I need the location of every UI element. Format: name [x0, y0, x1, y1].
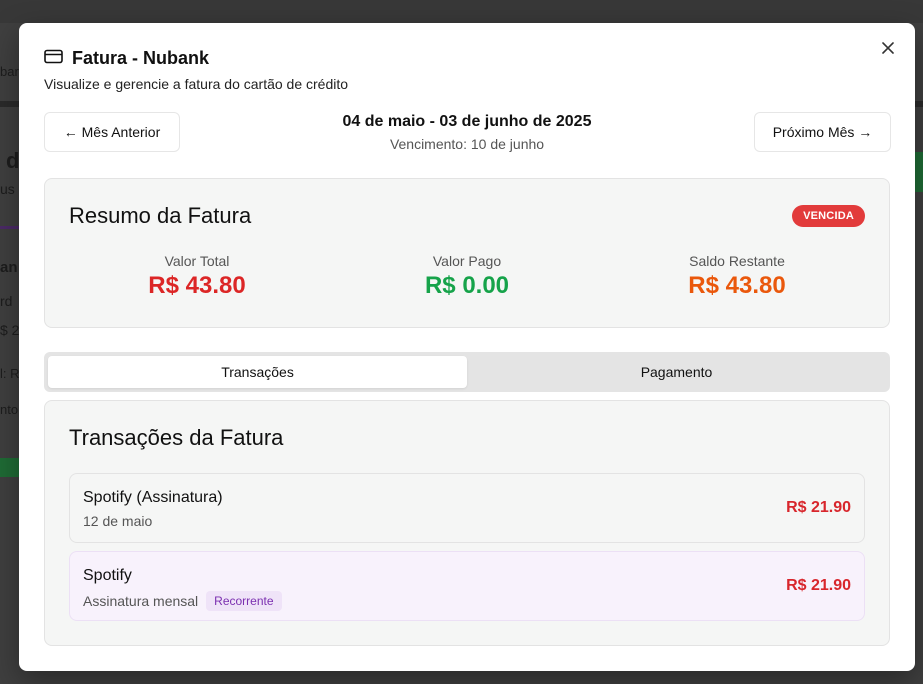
transaction-description: Assinatura mensal — [83, 593, 199, 609]
modal-header: Fatura - Nubank — [44, 48, 209, 69]
transaction-amount: R$ 21.90 — [786, 577, 851, 594]
background-divider — [915, 101, 923, 107]
background-text: bar — [0, 64, 19, 79]
status-badge: VENCIDA — [792, 205, 865, 227]
stat-value: R$ 43.80 — [148, 272, 246, 299]
transactions-title: Transações da Fatura — [69, 425, 284, 450]
transaction-date: 12 de maio — [83, 513, 153, 529]
background-badge — [0, 458, 19, 477]
background-divider — [0, 101, 19, 107]
background-text: nto — [0, 402, 19, 417]
transactions-panel: Transações da Fatura Spotify (Assinatura… — [44, 400, 890, 646]
background-topbar — [0, 0, 923, 23]
background-accent — [0, 226, 19, 229]
stat-value: R$ 0.00 — [424, 272, 510, 299]
tab-transactions[interactable]: Transações — [48, 356, 467, 388]
close-icon[interactable] — [879, 39, 897, 57]
total-value-stat: Valor Total R$ 43.80 — [97, 253, 297, 300]
recurring-badge: Recorrente — [206, 591, 282, 611]
transaction-item[interactable]: Spotify (Assinatura) 12 de maio R$ 21.90 — [69, 473, 865, 543]
background-text: l: R — [0, 366, 20, 381]
next-month-button[interactable]: Próximo Mês → — [754, 112, 891, 152]
transaction-item[interactable]: Spotify Assinatura mensal Recorrente R$ … — [69, 551, 865, 621]
stat-label: Valor Pago — [432, 253, 502, 269]
modal-subtitle: Visualize e gerencie a fatura do cartão … — [44, 76, 349, 92]
background-text: d — [6, 148, 20, 173]
credit-card-icon — [44, 49, 63, 69]
background-text: rd — [0, 293, 13, 309]
transaction-name: Spotify — [83, 567, 132, 584]
stat-label: Saldo Restante — [689, 253, 785, 269]
invoice-tabs: Transações Pagamento — [44, 352, 890, 392]
summary-title: Resumo da Fatura — [69, 203, 252, 228]
background-badge — [915, 152, 923, 192]
transaction-meta: 12 de maio — [83, 513, 152, 529]
stat-value: R$ 43.80 — [688, 272, 786, 299]
invoice-modal: Fatura - Nubank Visualize e gerencie a f… — [19, 23, 915, 671]
modal-title: Fatura - Nubank — [72, 48, 210, 68]
invoice-summary-card: Resumo da Fatura VENCIDA Valor Total R$ … — [44, 178, 890, 328]
remaining-balance-stat: Saldo Restante R$ 43.80 — [637, 253, 837, 300]
transaction-amount: R$ 21.90 — [786, 499, 851, 516]
transaction-meta: Assinatura mensal Recorrente — [83, 591, 282, 611]
background-text: $ 2 — [0, 322, 20, 338]
transaction-name: Spotify (Assinatura) — [83, 489, 223, 506]
paid-value-stat: Valor Pago R$ 0.00 — [367, 253, 567, 300]
background-text: an — [0, 259, 18, 276]
background-text: us — [0, 181, 15, 197]
tab-payment[interactable]: Pagamento — [467, 356, 886, 388]
stat-label: Valor Total — [164, 253, 230, 269]
